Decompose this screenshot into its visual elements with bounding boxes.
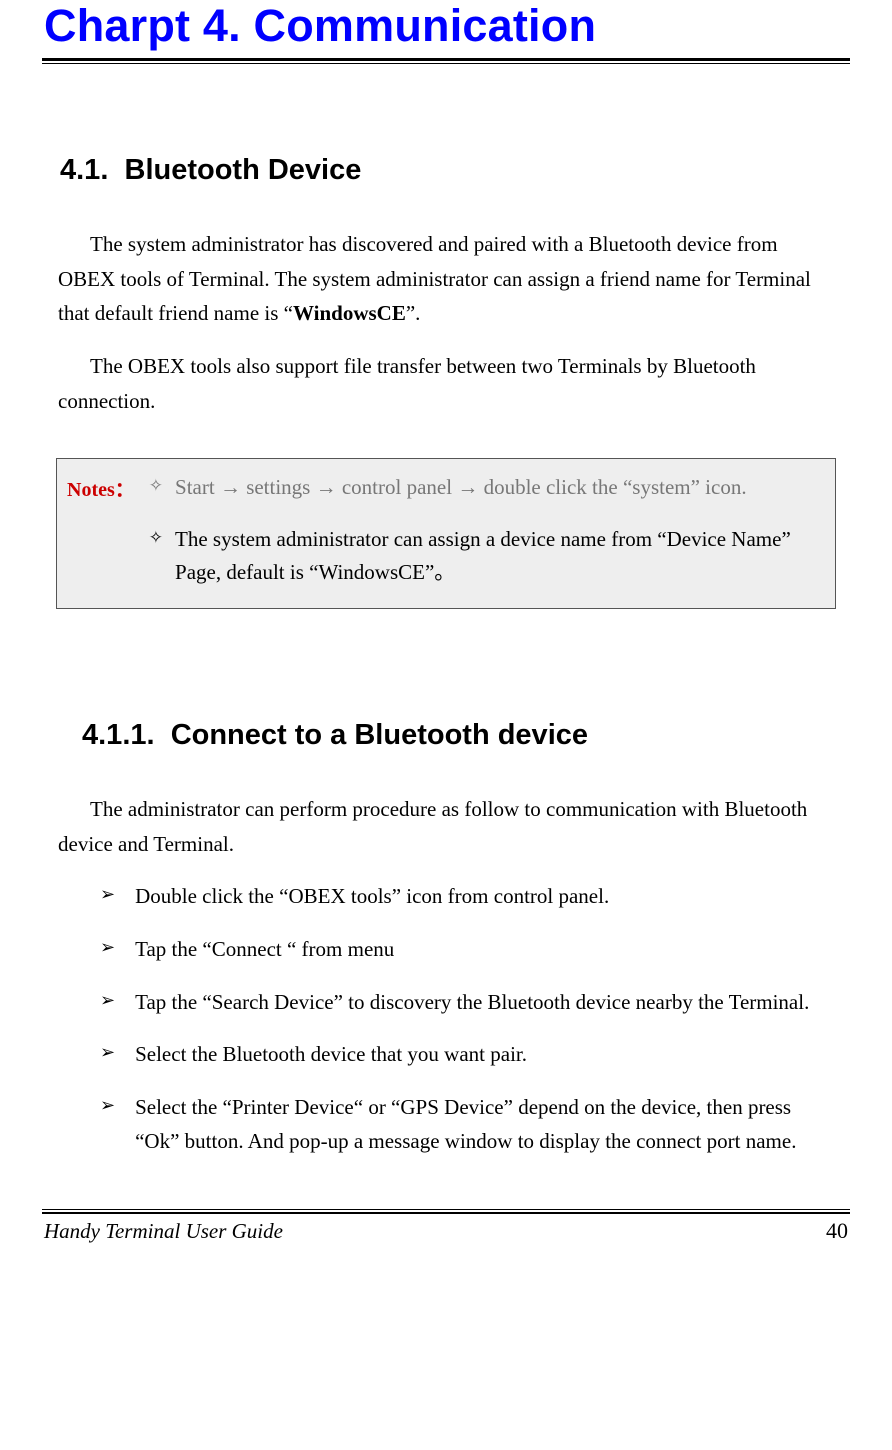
note-text: The system administrator can assign a de…: [175, 523, 825, 590]
section-number: 4.1.: [60, 154, 108, 186]
list-item: ➢ Select the Bluetooth device that you w…: [58, 1037, 834, 1072]
page-footer: Handy Terminal User Guide 40: [42, 1218, 850, 1244]
note-part: control panel: [337, 475, 458, 499]
triangle-bullet-icon: ➢: [100, 879, 115, 914]
arrow-icon: →: [220, 476, 241, 499]
page-number: 40: [826, 1218, 848, 1244]
paragraph-text: The system administrator has discovered …: [58, 232, 811, 325]
arrow-icon: →: [457, 476, 478, 499]
section-paragraph: The OBEX tools also support file transfe…: [58, 349, 834, 418]
subsection-number: 4.1.1.: [82, 719, 155, 751]
paragraph-text: ”.: [406, 301, 421, 325]
note-part: Start: [175, 475, 220, 499]
notes-label: Notes：: [67, 471, 135, 502]
note-item: ✧ Start → settings → control panel → dou…: [141, 471, 825, 505]
list-item: ➢ Double click the “OBEX tools” icon fro…: [58, 879, 834, 914]
step-text: Tap the “Connect “ from menu: [135, 932, 834, 967]
subsection-heading: 4.1.1. Connect to a Bluetooth device: [82, 719, 850, 752]
chapter-title: Charpt 4. Communication: [44, 0, 850, 52]
list-item: ➢ Tap the “Connect “ from menu: [58, 932, 834, 967]
section-paragraph: The system administrator has discovered …: [58, 227, 834, 331]
triangle-bullet-icon: ➢: [100, 1090, 115, 1159]
triangle-bullet-icon: ➢: [100, 985, 115, 1020]
footer-doc-title: Handy Terminal User Guide: [44, 1219, 283, 1244]
diamond-bullet-icon: ✧: [149, 471, 163, 505]
triangle-bullet-icon: ➢: [100, 1037, 115, 1072]
steps-list: ➢ Double click the “OBEX tools” icon fro…: [58, 879, 834, 1159]
step-text: Select the Bluetooth device that you wan…: [135, 1037, 834, 1072]
note-part: settings: [241, 475, 316, 499]
chapter-divider: [42, 58, 850, 64]
subsection-title: Connect to a Bluetooth device: [171, 719, 588, 751]
list-item: ➢ Select the “Printer Device“ or “GPS De…: [58, 1090, 834, 1159]
step-text: Tap the “Search Device” to discovery the…: [135, 985, 834, 1020]
note-part: double click the “system” icon.: [478, 475, 746, 499]
note-text: Start → settings → control panel → doubl…: [175, 471, 825, 505]
note-item: ✧ The system administrator can assign a …: [141, 523, 825, 590]
notes-box: Notes： ✧ Start → settings → control pane…: [56, 458, 836, 609]
step-text: Select the “Printer Device“ or “GPS Devi…: [135, 1090, 834, 1159]
notes-content: ✧ Start → settings → control panel → dou…: [141, 471, 825, 590]
list-item: ➢ Tap the “Search Device” to discovery t…: [58, 985, 834, 1020]
diamond-bullet-icon: ✧: [149, 523, 163, 590]
section-title: Bluetooth Device: [125, 154, 362, 186]
arrow-icon: →: [316, 476, 337, 499]
footer-divider: [42, 1209, 850, 1214]
step-text: Double click the “OBEX tools” icon from …: [135, 879, 834, 914]
subsection-paragraph: The administrator can perform procedure …: [58, 792, 834, 861]
bold-text: WindowsCE: [293, 301, 406, 325]
triangle-bullet-icon: ➢: [100, 932, 115, 967]
section-heading: 4.1. Bluetooth Device: [60, 154, 850, 187]
